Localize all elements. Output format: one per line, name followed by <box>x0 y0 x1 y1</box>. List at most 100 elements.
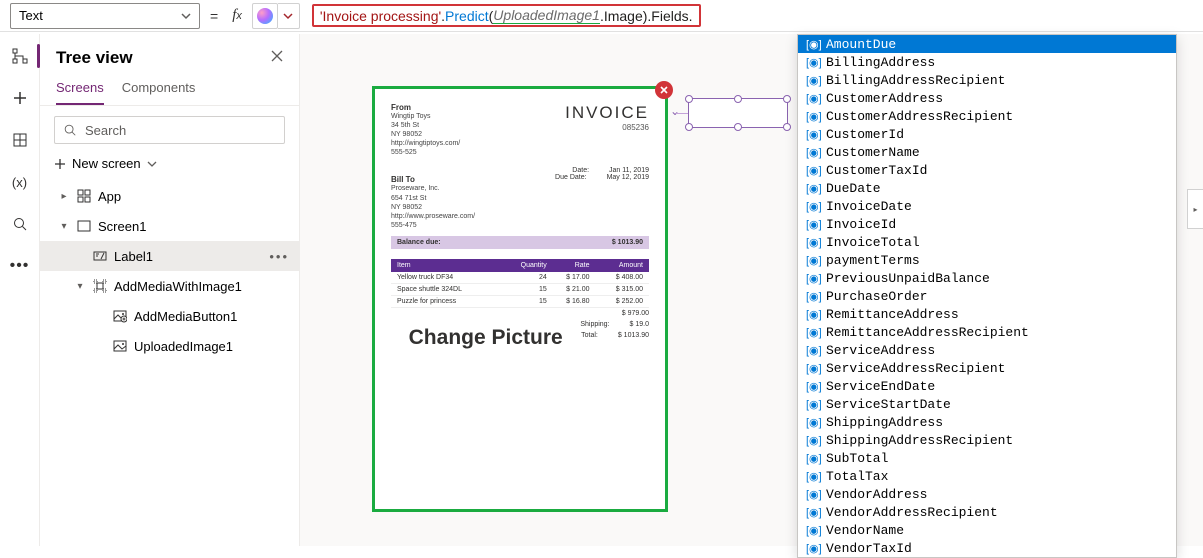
intellisense-item[interactable]: [◉]RemittanceAddress <box>798 305 1176 323</box>
line-items: Yellow truck DF3424$ 17.00$ 408.00Space … <box>391 272 649 308</box>
label-icon <box>92 248 108 264</box>
intellisense-item[interactable]: [◉]ShippingAddress <box>798 413 1176 431</box>
intellisense-item[interactable]: [◉]VendorName <box>798 521 1176 539</box>
invoice-totals: $ 979.00Shipping:$ 19.0Total:$ 1013.90 <box>580 308 649 342</box>
formula-token-tail: .Image).Fields. <box>600 8 693 24</box>
intellisense-label: AmountDue <box>826 37 896 52</box>
intellisense-item[interactable]: [◉]PurchaseOrder <box>798 287 1176 305</box>
new-screen-button[interactable]: New screen <box>40 150 299 181</box>
intellisense-item[interactable]: [◉]ServiceStartDate <box>798 395 1176 413</box>
intellisense-label: CustomerId <box>826 127 904 142</box>
group-icon <box>92 278 108 294</box>
right-pane-collapsed[interactable]: ▸ <box>1187 189 1203 229</box>
equals-label: = <box>206 8 222 24</box>
intellisense-item[interactable]: [◉]AmountDue <box>798 35 1176 53</box>
intellisense-item[interactable]: [◉]VendorTaxId <box>798 539 1176 557</box>
tree-item-app[interactable]: ▸App <box>40 181 299 211</box>
intellisense-label: VendorAddress <box>826 487 927 502</box>
intellisense-label: ShippingAddress <box>826 415 943 430</box>
formula-token-string: 'Invoice processing' <box>320 8 441 24</box>
resize-handle[interactable] <box>734 123 742 131</box>
insert-rail-button[interactable] <box>10 88 30 108</box>
intellisense-label: CustomerName <box>826 145 920 160</box>
search-rail-button[interactable] <box>10 214 30 234</box>
copilot-button[interactable] <box>252 3 278 29</box>
tree-item-addmediabutton1[interactable]: AddMediaButton1 <box>40 301 299 331</box>
more-rail-button[interactable]: ••• <box>10 256 30 276</box>
intellisense-item[interactable]: [◉]VendorAddress <box>798 485 1176 503</box>
intellisense-item[interactable]: [◉]TotalTax <box>798 467 1176 485</box>
intellisense-item[interactable]: [◉]InvoiceTotal <box>798 233 1176 251</box>
tree-item-label: AddMediaWithImage1 <box>114 279 289 294</box>
intellisense-item[interactable]: [◉] CustomerId <box>798 125 1176 143</box>
intellisense-item[interactable]: [◉] ShippingAddressRecipient <box>798 431 1176 449</box>
intellisense-label: RemittanceAddress <box>826 307 959 322</box>
property-selector[interactable]: Text <box>10 3 200 29</box>
field-icon: [◉] <box>806 542 820 555</box>
field-icon: [◉] <box>806 56 820 69</box>
screen-icon <box>76 218 92 234</box>
variables-rail-button[interactable]: (x) <box>10 172 30 192</box>
selected-label-control[interactable] <box>688 98 788 128</box>
canvas[interactable]: From Wingtip Toys34 5th StNY 98052http:/… <box>300 34 1203 546</box>
intellisense-item[interactable]: [◉]paymentTerms <box>798 251 1176 269</box>
intellisense-label: InvoiceTotal <box>826 235 920 250</box>
formula-input[interactable]: 'Invoice processing' . Predict ( Uploade… <box>306 3 1193 29</box>
intellisense-item[interactable]: [◉]RemittanceAddressRecipient <box>798 323 1176 341</box>
intellisense-item[interactable]: [◉]PreviousUnpaidBalance <box>798 269 1176 287</box>
intellisense-item[interactable]: [◉]ServiceAddress <box>798 341 1176 359</box>
resize-handle[interactable] <box>685 95 693 103</box>
field-icon: [◉] <box>806 434 820 447</box>
intellisense-item[interactable]: [◉]ServiceAddressRecipient <box>798 359 1176 377</box>
tab-screens[interactable]: Screens <box>56 76 104 105</box>
intellisense-item[interactable]: [◉]VendorAddressRecipient <box>798 503 1176 521</box>
tree-item-addmediawithimage1[interactable]: ▾AddMediaWithImage1 <box>40 271 299 301</box>
intellisense-label: ServiceAddressRecipient <box>826 361 1005 376</box>
intellisense-item[interactable]: [◉]CustomerTaxId <box>798 161 1176 179</box>
intellisense-item[interactable]: [◉]BillingAddressRecipient <box>798 71 1176 89</box>
resize-handle[interactable] <box>685 123 693 131</box>
resize-handle[interactable] <box>783 123 791 131</box>
intellisense-item[interactable]: [◉]InvoiceId <box>798 215 1176 233</box>
invoice-document[interactable]: From Wingtip Toys34 5th StNY 98052http:/… <box>372 86 668 512</box>
change-picture-label[interactable]: Change Picture <box>391 326 580 350</box>
intellisense-item[interactable]: [◉]CustomerName <box>798 143 1176 161</box>
field-icon: [◉] <box>806 398 820 411</box>
field-icon: [◉] <box>806 380 820 393</box>
tree-item-uploadedimage1[interactable]: UploadedImage1 <box>40 331 299 361</box>
close-panel-button[interactable] <box>271 49 283 67</box>
data-rail-button[interactable] <box>10 130 30 150</box>
field-icon: [◉] <box>806 128 820 141</box>
tree-item-label1[interactable]: Label1••• <box>40 241 299 271</box>
field-icon: [◉] <box>806 290 820 303</box>
resize-handle[interactable] <box>783 95 791 103</box>
field-icon: [◉] <box>806 524 820 537</box>
intellisense-item[interactable]: [◉]ServiceEndDate <box>798 377 1176 395</box>
intellisense-item[interactable]: [◉]DueDate <box>798 179 1176 197</box>
resize-handle[interactable] <box>734 95 742 103</box>
fx-label: fx <box>228 7 246 24</box>
intellisense-item[interactable]: [◉]CustomerAddress <box>798 89 1176 107</box>
invoice-meta: Date:Jan 11, 2019Due Date:May 12, 2019 <box>555 167 649 229</box>
intellisense-item[interactable]: [◉]CustomerAddressRecipient <box>798 107 1176 125</box>
tab-components[interactable]: Components <box>122 76 196 105</box>
tree-search-input[interactable]: Search <box>54 116 285 144</box>
intellisense-label: ShippingAddressRecipient <box>826 433 1013 448</box>
tree-view-rail-button[interactable] <box>10 46 30 66</box>
tree-item-screen1[interactable]: ▾Screen1 <box>40 211 299 241</box>
invoice-number: 085236 <box>565 123 649 132</box>
chevron-down-icon <box>147 159 157 169</box>
ellipsis-icon: ••• <box>10 257 30 275</box>
intellisense-label: InvoiceDate <box>826 199 912 214</box>
tree-item-label: Screen1 <box>98 219 289 234</box>
intellisense-popup[interactable]: [◉]AmountDue[◉]BillingAddress[◉]BillingA… <box>797 34 1177 558</box>
item-more-button[interactable]: ••• <box>269 249 289 264</box>
intellisense-item[interactable]: [◉]BillingAddress <box>798 53 1176 71</box>
field-icon: [◉] <box>806 452 820 465</box>
field-icon: [◉] <box>806 110 820 123</box>
intellisense-item[interactable]: [◉]InvoiceDate <box>798 197 1176 215</box>
tree-view-tabs: Screens Components <box>40 76 299 106</box>
remove-image-button[interactable] <box>655 81 673 99</box>
format-dropdown[interactable] <box>278 3 300 29</box>
intellisense-item[interactable]: [◉]SubTotal <box>798 449 1176 467</box>
